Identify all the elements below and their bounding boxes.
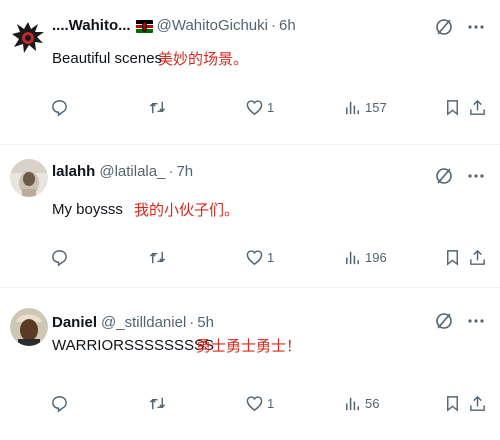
avatar[interactable] xyxy=(10,20,46,56)
bookmark-button[interactable] xyxy=(443,96,462,118)
reply-item[interactable]: Daniel @_stilldaniel · 5h WARRIORSSSSSSS… xyxy=(0,289,500,440)
views-button[interactable]: 56 xyxy=(343,392,379,414)
avatar[interactable] xyxy=(10,308,48,346)
more-icon[interactable] xyxy=(466,311,486,331)
like-button[interactable]: 1 xyxy=(245,392,274,414)
grok-icon[interactable] xyxy=(434,166,454,186)
like-count: 1 xyxy=(267,249,275,265)
reply-text: My boysss xyxy=(52,201,123,218)
timestamp[interactable]: 5h xyxy=(197,313,214,333)
share-icon xyxy=(470,99,485,115)
replies-feed: ....Wahito... @WahitoGichuki · 6h Beauti… xyxy=(0,0,500,440)
views-count: 196 xyxy=(365,249,387,265)
more-icon[interactable] xyxy=(466,166,486,186)
heart-icon xyxy=(246,99,263,115)
separator: · xyxy=(168,163,174,180)
reply-header: lalahh @latilala_ · 7h xyxy=(52,162,193,182)
bookmark-icon xyxy=(447,395,458,412)
views-button[interactable]: 157 xyxy=(343,96,387,118)
bookmark-button[interactable] xyxy=(443,246,462,268)
bookmark-button[interactable] xyxy=(443,392,462,414)
handle[interactable]: @WahitoGichuki xyxy=(157,16,268,36)
translation-text: 我的小伙子们。 xyxy=(134,201,240,219)
views-icon xyxy=(346,101,359,114)
like-button[interactable]: 1 xyxy=(245,96,274,118)
reply-item[interactable]: ....Wahito... @WahitoGichuki · 6h Beauti… xyxy=(0,0,500,145)
like-count: 1 xyxy=(267,395,275,411)
grok-icon[interactable] xyxy=(434,311,454,331)
share-button[interactable] xyxy=(468,392,487,414)
repost-button[interactable] xyxy=(148,246,170,268)
repost-button[interactable] xyxy=(148,392,170,414)
like-button[interactable]: 1 xyxy=(245,246,274,268)
reply-icon xyxy=(52,249,67,267)
handle[interactable]: @latilala_ xyxy=(99,162,165,182)
views-count: 56 xyxy=(365,395,380,411)
reply-button[interactable] xyxy=(50,392,72,414)
repost-icon xyxy=(149,397,166,409)
reply-text: Beautiful scenes xyxy=(52,50,163,67)
views-icon xyxy=(346,251,359,264)
bookmark-icon xyxy=(447,249,458,266)
more-icon[interactable] xyxy=(466,17,486,37)
repost-button[interactable] xyxy=(148,96,170,118)
translation-text: 美妙的场景。 xyxy=(158,50,249,68)
avatar[interactable] xyxy=(10,159,48,197)
grok-icon[interactable] xyxy=(434,17,454,37)
repost-icon xyxy=(149,101,166,113)
reply-button[interactable] xyxy=(50,96,72,118)
reply-button[interactable] xyxy=(50,246,72,268)
share-button[interactable] xyxy=(468,246,487,268)
display-name[interactable]: Daniel xyxy=(52,313,97,333)
heart-icon xyxy=(246,249,263,265)
bookmark-icon xyxy=(447,99,458,116)
like-count: 1 xyxy=(267,99,275,115)
kenya-flag-icon xyxy=(135,19,153,33)
views-icon xyxy=(346,397,359,410)
reply-icon xyxy=(52,395,67,413)
reply-text: WARRIORSSSSSSSSS xyxy=(52,337,214,354)
repost-icon xyxy=(149,251,166,263)
action-bar: 1 56 xyxy=(48,392,488,414)
display-name[interactable]: lalahh xyxy=(52,162,95,182)
separator: · xyxy=(270,17,276,34)
action-bar: 1 157 xyxy=(48,96,488,118)
separator: · xyxy=(189,314,195,331)
reply-item[interactable]: lalahh @latilala_ · 7h My boysss 我的小伙子们。… xyxy=(0,146,500,288)
share-icon xyxy=(470,395,485,411)
timestamp[interactable]: 6h xyxy=(279,16,296,36)
reply-header: ....Wahito... @WahitoGichuki · 6h xyxy=(52,16,296,36)
translation-text: 勇士勇士勇士！ xyxy=(196,337,302,355)
share-icon xyxy=(470,249,485,265)
reply-icon xyxy=(52,99,67,117)
reply-header: Daniel @_stilldaniel · 5h xyxy=(52,313,214,333)
action-bar: 1 196 xyxy=(48,246,488,268)
timestamp[interactable]: 7h xyxy=(176,162,193,182)
heart-icon xyxy=(246,395,263,411)
views-button[interactable]: 196 xyxy=(343,246,387,268)
share-button[interactable] xyxy=(468,96,487,118)
handle[interactable]: @_stilldaniel xyxy=(101,313,186,333)
views-count: 157 xyxy=(365,99,387,115)
display-name[interactable]: ....Wahito... xyxy=(52,16,131,36)
